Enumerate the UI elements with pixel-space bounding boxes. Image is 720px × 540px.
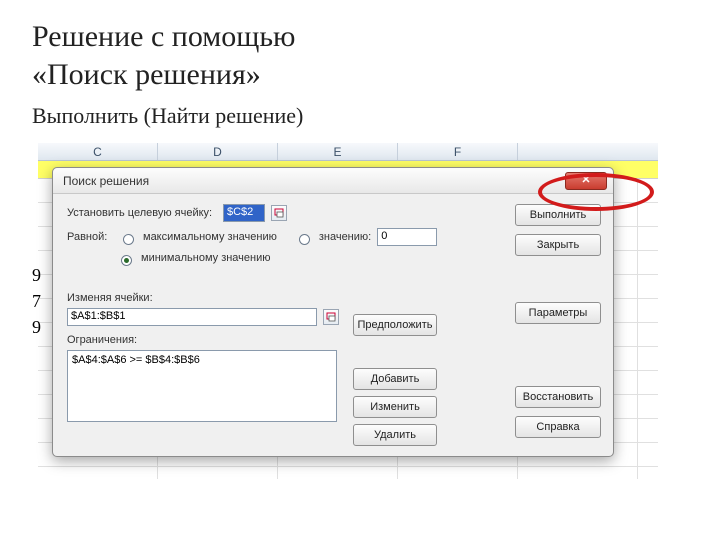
add-button[interactable]: Добавить: [353, 368, 437, 390]
radio-min[interactable]: [121, 255, 132, 266]
execute-button[interactable]: Выполнить: [515, 204, 601, 226]
delete-button[interactable]: Удалить: [353, 424, 437, 446]
changing-cells-label: Изменяя ячейки:: [67, 292, 339, 304]
column-headers: C D E F: [38, 143, 658, 161]
close-icon: ✕: [581, 175, 590, 186]
radio-max[interactable]: [123, 234, 134, 245]
guess-button[interactable]: Предположить: [353, 314, 437, 336]
col-hdr[interactable]: E: [278, 143, 398, 160]
cell-value: 7: [32, 291, 41, 312]
radio-value[interactable]: [299, 234, 310, 245]
params-button[interactable]: Параметры: [515, 302, 601, 324]
target-cell-label: Установить целевую ячейку:: [67, 207, 217, 219]
window-close-button[interactable]: ✕: [565, 172, 607, 190]
cell-value: 9: [32, 265, 41, 286]
edit-button[interactable]: Изменить: [353, 396, 437, 418]
radio-min-label: минимальному значению: [141, 252, 271, 264]
help-button[interactable]: Справка: [515, 416, 601, 438]
col-hdr[interactable]: D: [158, 143, 278, 160]
radio-value-label: значению:: [319, 231, 371, 243]
value-input[interactable]: 0: [377, 228, 437, 246]
radio-max-label: максимальному значению: [143, 231, 277, 243]
constraint-item[interactable]: $A$4:$A$6 >= $B$4:$B$6: [72, 354, 332, 366]
solver-dialog: Поиск решения ✕ Установить целевую ячейк…: [52, 167, 614, 457]
col-hdr[interactable]: F: [398, 143, 518, 160]
restore-button[interactable]: Восстановить: [515, 386, 601, 408]
constraints-listbox[interactable]: $A$4:$A$6 >= $B$4:$B$6: [67, 350, 337, 422]
cell-value: 9: [32, 317, 41, 338]
range-picker-icon[interactable]: [271, 205, 287, 221]
dialog-title: Поиск решения: [63, 174, 565, 188]
screenshot: C D E F 9 7 9 Поиск решения ✕: [38, 143, 658, 483]
slide-title: Решение с помощью «Поиск решения»: [32, 18, 688, 93]
changing-cells-input[interactable]: $A$1:$B$1: [67, 308, 317, 326]
dialog-titlebar[interactable]: Поиск решения ✕: [53, 168, 613, 194]
col-hdr[interactable]: C: [38, 143, 158, 160]
constraints-label: Ограничения:: [67, 334, 339, 346]
close-button[interactable]: Закрыть: [515, 234, 601, 256]
range-picker-icon[interactable]: [323, 309, 339, 325]
target-cell-input[interactable]: $C$2: [223, 204, 265, 222]
equal-label: Равной:: [67, 231, 117, 243]
slide-subtitle: Выполнить (Найти решение): [32, 103, 688, 129]
